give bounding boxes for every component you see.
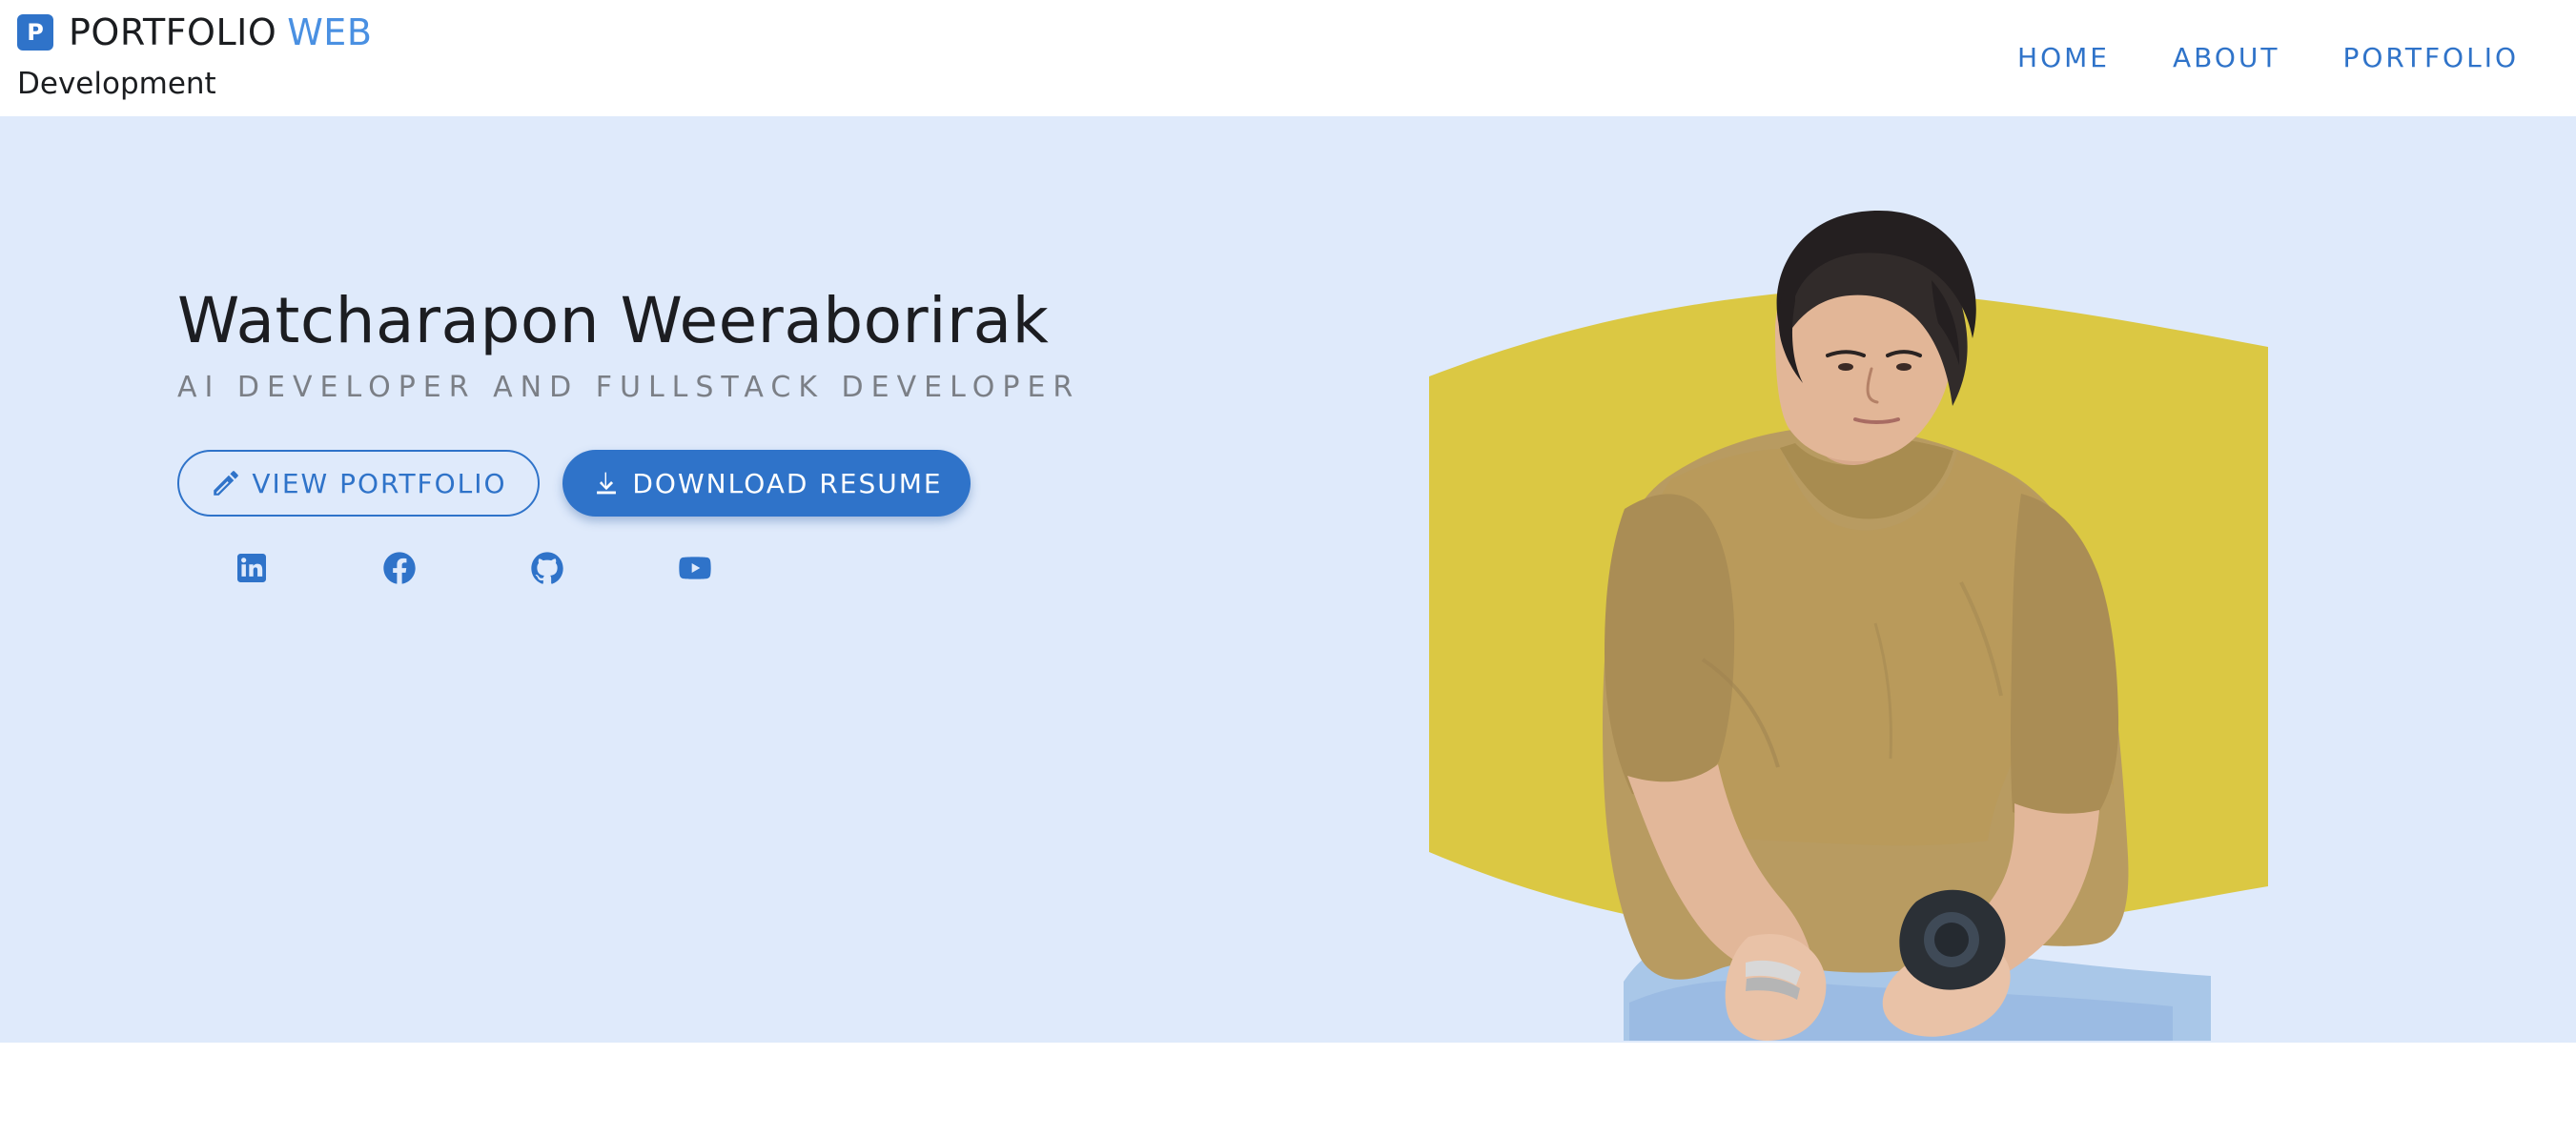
facebook-link[interactable] (325, 549, 473, 587)
download-resume-label: DOWNLOAD RESUME (632, 467, 943, 499)
facebook-icon (380, 549, 419, 587)
nav-about-link[interactable]: ABOUT (2173, 42, 2280, 73)
view-portfolio-button[interactable]: VIEW PORTFOLIO (177, 450, 540, 517)
brand-p-icon: P (17, 14, 53, 51)
brand-title-row: P PORTFOLIO WEB (17, 10, 418, 55)
nav-portfolio-link[interactable]: PORTFOLIO (2343, 42, 2520, 73)
brand-title-primary: PORTFOLIO (69, 11, 277, 53)
github-link[interactable] (473, 549, 621, 587)
youtube-icon (676, 549, 714, 587)
hero-section: Watcharapon Weeraborirak AI DEVELOPER AN… (0, 116, 2576, 1043)
social-links (177, 549, 768, 587)
portfolio-page: P PORTFOLIO WEB Development HOME ABOUT PO… (0, 0, 2576, 1136)
brand-logo[interactable]: P PORTFOLIO WEB Development (17, 10, 418, 109)
main-navigation: HOME ABOUT PORTFOLIO (1954, 37, 2519, 77)
hero-content: Watcharapon Weeraborirak AI DEVELOPER AN… (177, 284, 1081, 688)
brand-subtitle: Development (17, 67, 216, 101)
hero-visual (1429, 173, 2268, 1041)
hero-tagline: AI DEVELOPER AND FULLSTACK DEVELOPER (177, 371, 1081, 405)
download-resume-button[interactable]: DOWNLOAD RESUME (562, 450, 971, 517)
brand-title: PORTFOLIO WEB (69, 11, 372, 53)
view-portfolio-label: VIEW PORTFOLIO (252, 467, 507, 499)
linkedin-link[interactable] (177, 549, 325, 587)
brand-title-accent: WEB (287, 11, 373, 53)
pencil-icon (210, 467, 242, 499)
profile-photo (1603, 211, 2211, 1041)
hero-buttons: VIEW PORTFOLIO DOWNLOAD RESUME (177, 450, 1035, 517)
linkedin-icon (233, 549, 271, 587)
page-bottom-space (0, 1043, 2576, 1136)
top-header: P PORTFOLIO WEB Development HOME ABOUT PO… (0, 0, 2576, 116)
youtube-link[interactable] (621, 549, 768, 587)
hero-name: Watcharapon Weeraborirak (177, 284, 1050, 357)
download-icon (590, 467, 623, 499)
github-icon (528, 549, 566, 587)
nav-home-link[interactable]: HOME (2017, 42, 2110, 73)
